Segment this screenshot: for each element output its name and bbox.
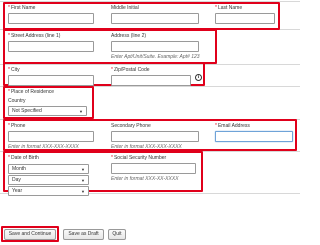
last-name-field: *Last Name bbox=[215, 5, 275, 24]
middle-initial-label: Middle Initial bbox=[111, 5, 139, 11]
phone-field: *Phone Enter in format XXX-XXX-XXXX bbox=[8, 123, 94, 150]
dob-label: *Date of Birth bbox=[8, 155, 94, 161]
quit-button[interactable]: Quit bbox=[108, 229, 126, 240]
city-field: *City bbox=[8, 67, 94, 86]
phone-hint: Enter in format XXX-XXX-XXXX bbox=[8, 144, 79, 150]
zip-label-text: Zip/Postal Code bbox=[113, 67, 150, 73]
street-address-1-label-text: Street Address (line 1) bbox=[10, 33, 61, 39]
dob-day-value: Day bbox=[12, 177, 21, 183]
required-marker: * bbox=[8, 67, 10, 73]
last-name-label: *Last Name bbox=[215, 5, 275, 11]
street-address-2-label: Address (line 2) bbox=[111, 33, 147, 39]
street-address-2-hint: Enter Apt/Unit/Suite. Example: Apt# 123 bbox=[111, 54, 200, 60]
secondary-phone-field: Secondary Phone Enter in format XXX-XXX-… bbox=[111, 123, 199, 150]
required-marker: * bbox=[8, 155, 10, 161]
zip-field: *Zip/Postal Code bbox=[111, 67, 191, 86]
required-marker: * bbox=[215, 123, 217, 129]
required-marker: * bbox=[8, 89, 10, 95]
save-as-draft-button[interactable]: Save as Draft bbox=[63, 229, 104, 240]
street-address-1-input[interactable] bbox=[8, 41, 94, 52]
middle-initial-input[interactable] bbox=[111, 13, 199, 24]
last-name-label-text: Last Name bbox=[217, 5, 243, 11]
country-select[interactable]: Not Specified ▼ bbox=[8, 106, 87, 116]
first-name-label-text: First Name bbox=[10, 5, 36, 11]
phone-label-text: Phone bbox=[10, 123, 26, 129]
phone-input[interactable] bbox=[8, 131, 94, 142]
required-marker: * bbox=[111, 67, 113, 73]
zip-label: *Zip/Postal Code bbox=[111, 67, 191, 73]
email-field: *Email Address bbox=[215, 123, 293, 142]
required-marker: * bbox=[215, 5, 217, 11]
street-address-1-label: *Street Address (line 1) bbox=[8, 33, 94, 39]
city-input[interactable] bbox=[8, 75, 94, 86]
dob-month-select[interactable]: Month ▼ bbox=[8, 164, 89, 174]
ssn-field: *Social Security Number Enter in format … bbox=[111, 155, 196, 182]
secondary-phone-input[interactable] bbox=[111, 131, 199, 142]
chevron-down-icon: ▼ bbox=[81, 166, 85, 172]
city-label: *City bbox=[8, 67, 94, 73]
required-marker: * bbox=[8, 5, 10, 11]
required-marker: * bbox=[8, 123, 10, 129]
first-name-input[interactable] bbox=[8, 13, 94, 24]
street-address-1-field: *Street Address (line 1) bbox=[8, 33, 94, 52]
required-marker: * bbox=[111, 155, 113, 161]
middle-initial-field: Middle Initial bbox=[111, 5, 199, 24]
info-icon[interactable]: i bbox=[195, 74, 202, 81]
last-name-input[interactable] bbox=[215, 13, 275, 24]
country-label: Country bbox=[8, 98, 26, 104]
chevron-down-icon: ▼ bbox=[79, 108, 83, 114]
dob-label-text: Date of Birth bbox=[10, 155, 39, 161]
ssn-label-text: Social Security Number bbox=[113, 155, 167, 161]
dob-year-value: Year bbox=[12, 188, 23, 194]
dob-year-select[interactable]: Year ▼ bbox=[8, 186, 89, 196]
email-label-text: Email Address bbox=[217, 123, 250, 129]
save-and-continue-button[interactable]: Save and Continue bbox=[4, 229, 56, 240]
city-label-text: City bbox=[10, 67, 20, 73]
email-input[interactable] bbox=[215, 131, 293, 142]
dob-month-value: Month bbox=[12, 166, 26, 172]
secondary-phone-hint: Enter in format XXX-XXX-XXXX bbox=[111, 144, 182, 150]
chevron-down-icon: ▼ bbox=[81, 177, 85, 183]
street-address-2-input[interactable] bbox=[111, 41, 199, 52]
ssn-input[interactable] bbox=[111, 163, 196, 174]
residence-title: *Place of Residence bbox=[8, 89, 88, 95]
street-address-2-field: Address (line 2) Enter Apt/Unit/Suite. E… bbox=[111, 33, 200, 60]
zip-input[interactable] bbox=[111, 75, 191, 86]
chevron-down-icon: ▼ bbox=[81, 188, 85, 194]
dob-day-select[interactable]: Day ▼ bbox=[8, 175, 89, 185]
residence-section: *Place of Residence Country Not Specifie… bbox=[8, 89, 88, 116]
required-marker: * bbox=[8, 33, 10, 39]
ssn-hint: Enter in format XXX-XX-XXXX bbox=[111, 176, 179, 182]
country-select-value: Not Specified bbox=[12, 108, 42, 114]
email-label: *Email Address bbox=[215, 123, 293, 129]
first-name-label: *First Name bbox=[8, 5, 94, 11]
phone-label: *Phone bbox=[8, 123, 94, 129]
residence-title-text: Place of Residence bbox=[10, 89, 55, 95]
secondary-phone-label: Secondary Phone bbox=[111, 123, 151, 129]
dob-field: *Date of Birth Month ▼ Day ▼ Year ▼ bbox=[8, 155, 94, 196]
first-name-field: *First Name bbox=[8, 5, 94, 24]
ssn-label: *Social Security Number bbox=[111, 155, 196, 161]
